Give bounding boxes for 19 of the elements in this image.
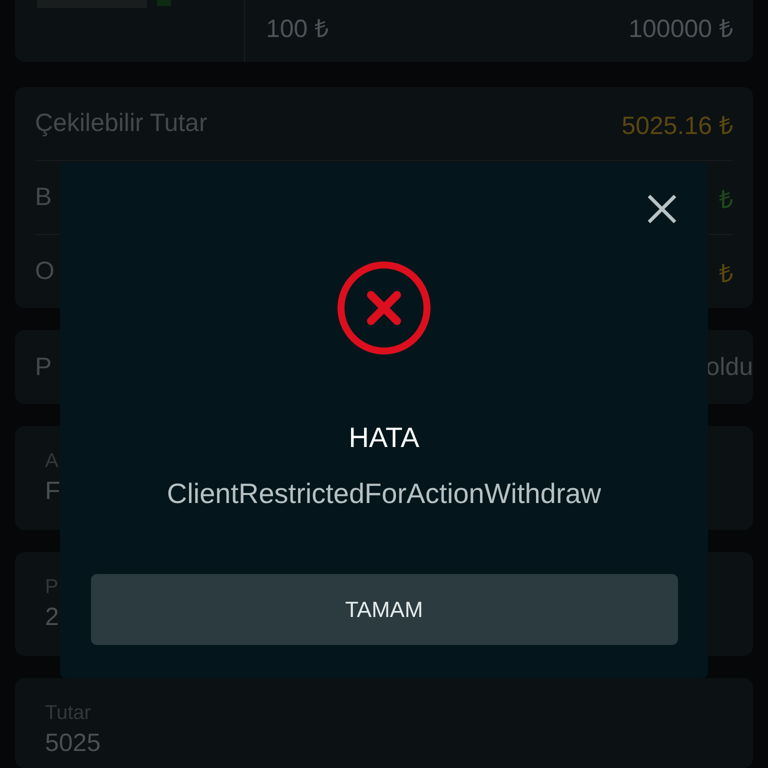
dialog-title: HATA	[348, 422, 420, 454]
balance-amount: 5025.16 ₺	[622, 110, 733, 140]
balance-amount: ₺	[719, 184, 733, 214]
field-value: 5025	[45, 729, 101, 758]
close-icon	[647, 194, 677, 224]
error-message: ClientRestrictedForActionWithdraw	[166, 478, 602, 510]
balance-amount: ₺	[719, 258, 733, 288]
balance-label: B	[35, 183, 52, 212]
field-label: P	[35, 352, 52, 382]
field-value: 2	[45, 603, 59, 632]
min-amount: 100 ₺	[266, 14, 329, 44]
close-button[interactable]	[647, 194, 677, 224]
field-value: F	[45, 477, 60, 506]
ok-button[interactable]: TAMAM	[90, 574, 678, 645]
balance-label: O	[35, 257, 54, 286]
balance-label: Çekilebilir Tutar	[35, 109, 208, 138]
field-value: oldu	[706, 352, 753, 382]
max-amount: 100000 ₺	[628, 14, 733, 44]
error-icon	[336, 260, 432, 356]
